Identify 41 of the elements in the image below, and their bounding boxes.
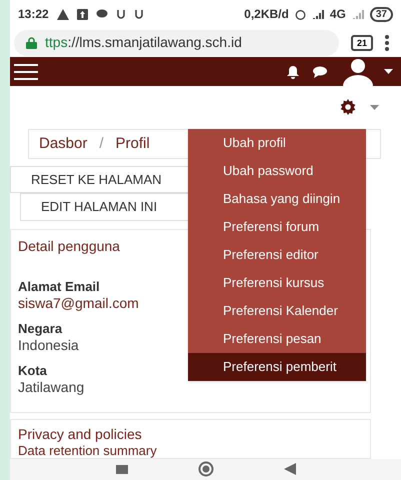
- email-link[interactable]: siswa7@gmail.com: [18, 294, 139, 312]
- caret-icon[interactable]: [384, 69, 393, 74]
- field-label: Negara: [18, 320, 62, 337]
- card-title: Detail pengguna: [18, 236, 120, 256]
- home-icon[interactable]: [198, 461, 214, 478]
- menu-item[interactable]: Ubah profil: [188, 128, 366, 157]
- data-retention-link[interactable]: Data retention summary: [18, 442, 157, 458]
- network-type: 4G: [330, 6, 346, 24]
- url-field[interactable]: ttps://lms.smanjatilawang.sch.id: [14, 30, 339, 56]
- user-avatar-icon[interactable]: [340, 58, 376, 86]
- field-label: Alamat Email: [18, 278, 100, 295]
- menu-icon[interactable]: [14, 64, 38, 80]
- menu-item[interactable]: Preferensi pemberit: [188, 352, 366, 381]
- tab-count-button[interactable]: 21: [350, 34, 373, 51]
- u-icon: [134, 8, 144, 20]
- breadcrumb-link[interactable]: Dasbor: [39, 132, 88, 156]
- card-title: Privacy and policies: [18, 426, 142, 443]
- menu-item[interactable]: Preferensi editor: [188, 240, 366, 269]
- warning-icon: [56, 8, 69, 20]
- field-value: Indonesia: [18, 336, 79, 354]
- menu-item[interactable]: Preferensi Kalender: [188, 296, 366, 325]
- field-label: Kota: [18, 362, 47, 379]
- recents-icon[interactable]: [116, 464, 128, 474]
- more-icon[interactable]: [385, 34, 389, 51]
- breadcrumb-link[interactable]: Profil: [116, 132, 150, 156]
- bell-icon[interactable]: [286, 64, 300, 79]
- upload-icon: [76, 8, 88, 20]
- battery-level: 37: [370, 6, 393, 22]
- breadcrumb-separator: /: [99, 134, 104, 154]
- lock-icon: [26, 36, 37, 49]
- menu-item[interactable]: Preferensi kursus: [188, 268, 366, 297]
- alarm-icon: [294, 8, 306, 20]
- menu-item[interactable]: Preferensi pesan: [188, 324, 366, 353]
- status-time: 13:22: [18, 6, 49, 24]
- settings-icon[interactable]: [338, 97, 358, 118]
- signal-icon: [352, 9, 364, 20]
- field-value: Jatilawang: [18, 378, 84, 396]
- signal-icon: [312, 9, 324, 20]
- back-icon[interactable]: [284, 463, 296, 476]
- u-icon: [116, 8, 126, 20]
- network-speed: 0,2KB/d: [244, 6, 289, 24]
